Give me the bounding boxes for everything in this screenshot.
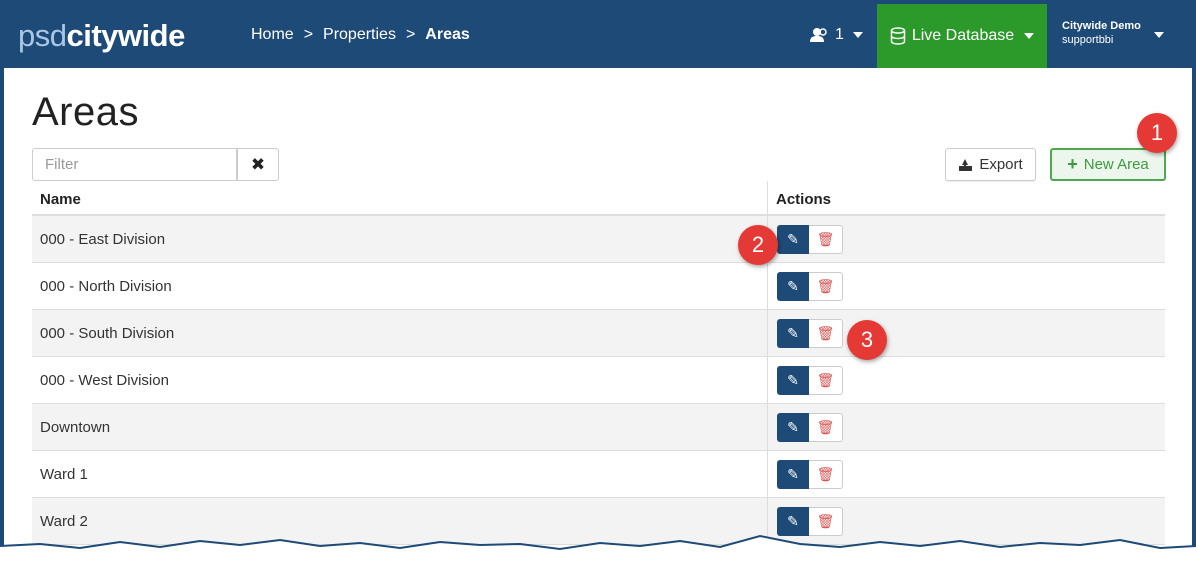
breadcrumb-current: Areas [425,26,470,43]
areas-table: Name Actions 000 - East Division ✎ 🗑 000… [32,181,1165,545]
account-org: Citywide Demo [1062,20,1141,32]
export-button[interactable]: Export [945,148,1036,181]
edit-button[interactable]: ✎ [777,459,809,489]
pencil-icon: ✎ [787,324,799,341]
database-icon [890,27,906,45]
row-actions: ✎ 🗑 [768,459,843,489]
pencil-icon: ✎ [787,465,799,482]
delete-button[interactable]: 🗑 [809,365,843,395]
brand-logo[interactable]: psdcitywide [18,18,185,54]
trash-icon: 🗑 [816,324,835,341]
delete-button[interactable]: 🗑 [809,271,843,301]
breadcrumb: Home > Properties > Areas [251,26,470,44]
users-dropdown[interactable]: 1 [810,26,863,44]
chevron-down-icon[interactable] [1154,32,1164,38]
trash-icon: 🗑 [816,230,835,247]
breadcrumb-home[interactable]: Home [251,26,294,44]
breadcrumb-separator: > [303,26,314,43]
trash-icon: 🗑 [816,418,835,435]
trash-icon: 🗑 [816,277,835,294]
table-row: 000 - West Division ✎ 🗑 [32,357,1165,404]
edit-button[interactable]: ✎ [777,365,809,395]
table-body: 000 - East Division ✎ 🗑 000 - North Divi… [32,216,1165,545]
delete-button[interactable]: 🗑 [809,318,843,348]
area-name: 000 - West Division [32,357,768,403]
account-user: supportbbi [1062,34,1114,46]
row-actions: ✎ 🗑 [768,365,843,395]
breadcrumb-properties[interactable]: Properties [323,26,396,44]
area-name: Ward 1 [32,451,768,497]
plus-icon: + [1067,154,1078,174]
row-actions: ✎ 🗑 [768,224,843,254]
area-name: Downtown [32,404,768,450]
edit-button[interactable]: ✎ [777,318,809,348]
table-row: 000 - South Division ✎ 🗑 [32,310,1165,357]
account-menu[interactable]: Citywide Demo supportbbi [1062,19,1141,47]
clear-filter-button[interactable]: ✖ [237,148,279,181]
export-icon [959,159,973,171]
user-group-icon [810,28,827,42]
table-row: Downtown ✎ 🗑 [32,404,1165,451]
chevron-down-icon [1024,33,1035,39]
trash-icon: 🗑 [816,371,835,388]
edit-button[interactable]: ✎ [777,412,809,442]
delete-button[interactable]: 🗑 [809,412,843,442]
area-name: 000 - South Division [32,310,768,356]
top-navbar: psdcitywide Home > Properties > Areas 1 … [4,4,1192,68]
trash-icon: 🗑 [816,465,835,482]
pencil-icon: ✎ [787,371,799,388]
row-actions: ✎ 🗑 [768,318,843,348]
live-database-dropdown[interactable]: Live Database [877,4,1047,68]
new-area-label: New Area [1083,156,1149,173]
callout-badge-2: 2 [738,225,778,265]
close-icon: ✖ [250,154,266,174]
row-actions: ✎ 🗑 [768,412,843,442]
row-actions: ✎ 🗑 [768,271,843,301]
column-header-name[interactable]: Name [32,181,768,214]
table-row: Ward 1 ✎ 🗑 [32,451,1165,498]
pencil-icon: ✎ [787,418,799,435]
breadcrumb-separator: > [405,26,416,43]
table-row: 000 - North Division ✎ 🗑 [32,263,1165,310]
pencil-icon: ✎ [787,277,799,294]
table-row: 000 - East Division ✎ 🗑 [32,216,1165,263]
pencil-icon: ✎ [787,230,799,247]
edit-button[interactable]: ✎ [777,271,809,301]
torn-edge-decoration [0,534,1196,566]
area-name: 000 - East Division [32,216,768,262]
pencil-icon: ✎ [787,512,799,529]
export-label: Export [979,156,1023,173]
filter-input[interactable] [32,148,237,181]
trash-icon: 🗑 [816,512,835,529]
delete-button[interactable]: 🗑 [809,224,843,254]
callout-badge-1: 1 [1137,113,1177,153]
table-header: Name Actions [32,181,1165,216]
chevron-down-icon [852,32,863,38]
edit-button[interactable]: ✎ [777,224,809,254]
new-area-button[interactable]: + New Area [1050,148,1166,181]
delete-button[interactable]: 🗑 [809,459,843,489]
users-count: 1 [835,26,844,43]
callout-badge-3: 3 [847,320,887,360]
live-database-label: Live Database [911,27,1015,44]
column-header-actions: Actions [776,191,832,208]
area-name: 000 - North Division [32,263,768,309]
page-title: Areas [32,90,139,134]
